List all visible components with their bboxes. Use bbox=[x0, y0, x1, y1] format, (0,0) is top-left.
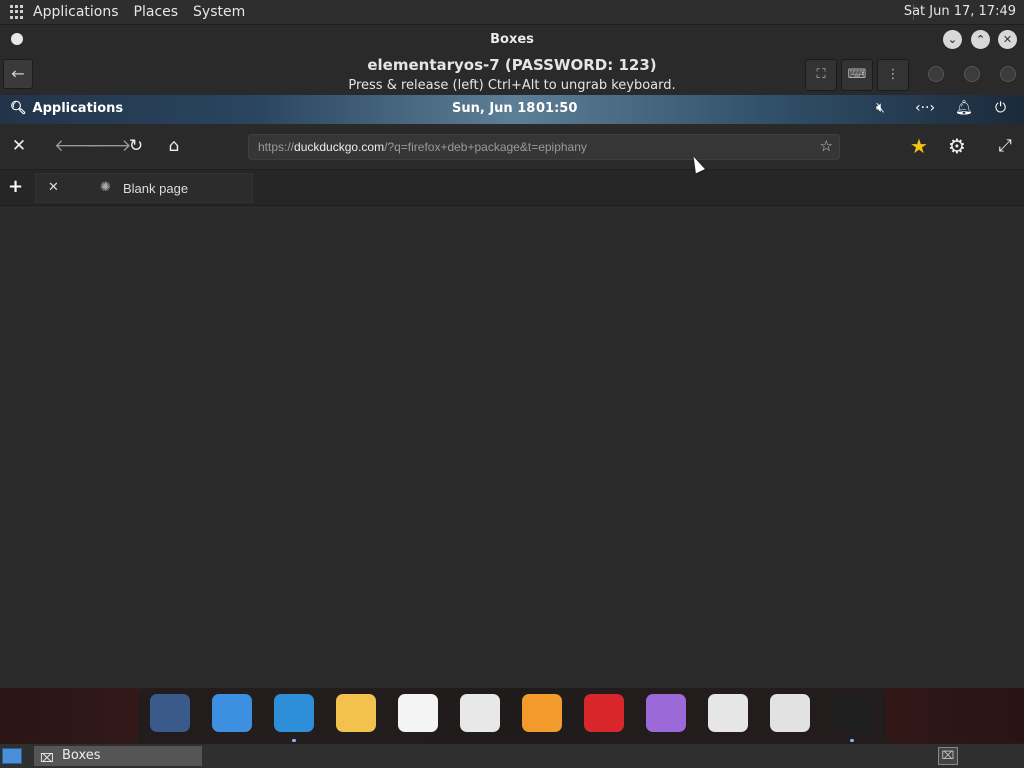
close-window-icon[interactable]: ✕ bbox=[7, 136, 31, 156]
window-title: Boxes bbox=[490, 32, 534, 47]
web-browser-icon[interactable] bbox=[274, 694, 314, 732]
videos-icon[interactable] bbox=[584, 694, 624, 732]
menu-system[interactable]: System bbox=[193, 4, 245, 20]
url-scheme: https:// bbox=[258, 140, 295, 154]
tab-label: Blank page bbox=[123, 181, 189, 196]
menu-button[interactable]: ⋮ bbox=[877, 59, 909, 91]
fullscreen-button[interactable]: ⛶ bbox=[805, 59, 837, 91]
loading-spinner-icon: ✺ bbox=[100, 180, 111, 195]
home-icon[interactable]: ⌂ bbox=[162, 136, 186, 156]
window-menu-icon[interactable] bbox=[11, 33, 23, 45]
search-icon: 🔍︎ bbox=[10, 101, 27, 116]
host-top-panel: Applications Places System Sat Jun 17, 1… bbox=[0, 0, 1024, 25]
running-indicator bbox=[850, 739, 854, 742]
menu-applications[interactable]: Applications bbox=[33, 4, 119, 20]
status-dot-icon bbox=[964, 66, 980, 82]
status-dot-icon bbox=[1000, 66, 1016, 82]
files-icon[interactable] bbox=[212, 694, 252, 732]
network-icon[interactable]: ‹··› bbox=[915, 100, 935, 116]
close-icon[interactable]: ✕ bbox=[998, 30, 1017, 49]
fullscreen-expand-icon[interactable]: ⤢ bbox=[993, 136, 1017, 156]
bookmarks-icon[interactable]: ★ bbox=[907, 136, 931, 156]
dock bbox=[138, 688, 886, 743]
browser-toolbar: ✕ 🡐 🡒 ↻ ⌂ https://duckduckgo.com/?q=fire… bbox=[0, 124, 1024, 170]
new-tab-icon[interactable]: + bbox=[8, 176, 23, 197]
workspace-switcher-icon[interactable]: ⌧ bbox=[938, 747, 958, 765]
notifications-icon[interactable]: 🔔︎ bbox=[955, 100, 973, 116]
host-clock[interactable]: Sat Jun 17, 17:49 bbox=[904, 4, 1016, 19]
calendar-icon[interactable] bbox=[460, 694, 500, 732]
power-icon[interactable]: ⏻ bbox=[995, 100, 1006, 116]
music-icon[interactable] bbox=[522, 694, 562, 732]
maximize-icon[interactable]: ⌃ bbox=[971, 30, 990, 49]
terminal-icon[interactable] bbox=[832, 694, 872, 732]
photos-icon[interactable] bbox=[646, 694, 686, 732]
forward-arrow-icon[interactable]: 🡒 bbox=[86, 136, 132, 156]
guest-date[interactable]: Sun, Jun 18 bbox=[452, 101, 535, 116]
minimize-icon[interactable]: ⌄ bbox=[943, 30, 962, 49]
tab-bar: + ✕ ✺ Blank page bbox=[0, 170, 1024, 206]
url-path: /?q=firefox+deb+package&t=epiphany bbox=[384, 140, 587, 154]
multitasking-view-icon[interactable] bbox=[150, 694, 190, 732]
menu-places[interactable]: Places bbox=[134, 4, 179, 20]
apps-grid-icon[interactable] bbox=[10, 5, 24, 19]
guest-applications-menu[interactable]: 🔍︎ Applications bbox=[10, 101, 123, 116]
tab-blank-page[interactable]: ✕ ✺ Blank page bbox=[35, 173, 253, 203]
taskbar-window-boxes[interactable]: ⌧ Boxes bbox=[34, 746, 202, 766]
mute-icon[interactable]: 🔇︎ bbox=[876, 100, 885, 116]
show-desktop-icon[interactable] bbox=[2, 748, 22, 764]
tab-close-icon[interactable]: ✕ bbox=[48, 180, 59, 195]
reload-icon[interactable]: ↻ bbox=[124, 136, 148, 156]
keyboard-button[interactable]: ⌨ bbox=[841, 59, 873, 91]
url-host: duckduckgo.com bbox=[294, 140, 385, 154]
guest-top-panel: 🔍︎ Applications Sun, Jun 18 01:50 🔇︎ ‹··… bbox=[0, 95, 1024, 124]
status-dot-icon bbox=[928, 66, 944, 82]
running-indicator bbox=[292, 739, 296, 742]
page-content[interactable] bbox=[0, 206, 1024, 688]
system-settings-icon[interactable] bbox=[708, 694, 748, 732]
guest-time[interactable]: 01:50 bbox=[536, 101, 577, 116]
url-bar[interactable]: https://duckduckgo.com/?q=firefox+deb+pa… bbox=[248, 134, 840, 160]
settings-gear-icon[interactable]: ⚙ bbox=[945, 136, 969, 156]
boxes-icon: ⌧ bbox=[40, 751, 54, 765]
applications-label: Applications bbox=[32, 101, 124, 116]
boxes-headerbar: ← elementaryos-7 (PASSWORD: 123) Press &… bbox=[0, 55, 1024, 95]
host-taskbar: ⌧ Boxes ⌧ bbox=[0, 743, 1024, 768]
appcenter-icon[interactable] bbox=[770, 694, 810, 732]
back-arrow-icon[interactable]: 🡐 bbox=[54, 136, 100, 156]
window-titlebar: Boxes ⌄ ⌃ ✕ bbox=[0, 25, 1024, 55]
taskbar-window-label: Boxes bbox=[62, 748, 101, 763]
tasks-icon[interactable] bbox=[398, 694, 438, 732]
bookmark-star-icon[interactable]: ☆ bbox=[820, 135, 833, 159]
mail-icon[interactable] bbox=[336, 694, 376, 732]
